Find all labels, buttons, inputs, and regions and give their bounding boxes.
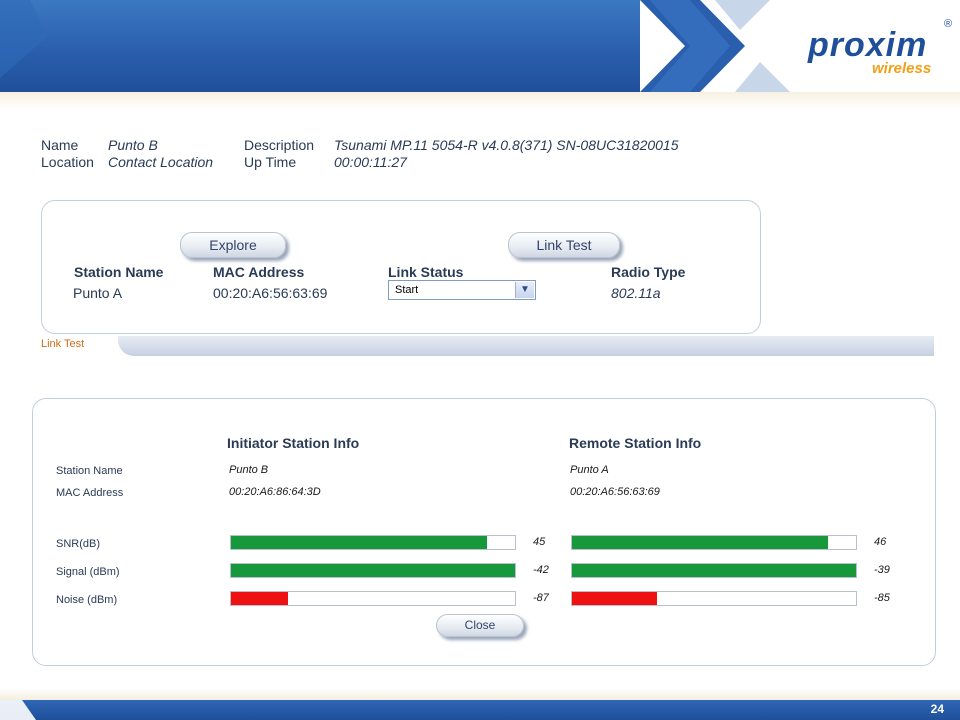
remote-signal-fill	[572, 564, 856, 577]
snr-label: SNR(dB)	[56, 538, 101, 550]
remote-station-name: Punto A	[570, 464, 609, 476]
uptime-label: Up Time	[244, 154, 297, 170]
station-name-header: Station Name	[74, 264, 164, 280]
remote-station-title: Remote Station Info	[569, 435, 702, 451]
link-status-header: Link Status	[388, 264, 464, 280]
initiator-mac-address: 00:20:A6:86:64:3D	[229, 486, 321, 498]
location-value: Contact Location	[108, 154, 214, 170]
radio-type-value: 802.11a	[611, 285, 661, 301]
mac-address-header: MAC Address	[213, 264, 305, 280]
name-value: Punto B	[108, 137, 158, 153]
tab-link-test[interactable]: Link Test	[41, 338, 84, 350]
explore-button[interactable]: Explore	[180, 232, 286, 258]
footer-graphic	[0, 700, 36, 720]
registered-mark: ®	[944, 18, 953, 30]
proxim-logo-subtitle: wireless	[872, 60, 932, 77]
signal-label: Signal (dBm)	[56, 566, 120, 578]
header-banner: proxim wireless ®	[0, 0, 960, 92]
initiator-signal-bar	[230, 563, 516, 578]
remote-signal-value: -39	[874, 564, 890, 576]
mac-address-value: 00:20:A6:56:63:69	[213, 285, 328, 301]
tab-strip	[118, 336, 934, 356]
remote-noise-value: -85	[874, 592, 890, 604]
description-label: Description	[244, 137, 315, 153]
name-label: Name	[41, 137, 79, 153]
mac-address-label: MAC Address	[56, 487, 124, 499]
header-band	[0, 92, 960, 110]
initiator-signal-value: -42	[533, 564, 549, 576]
remote-noise-fill	[572, 592, 658, 605]
chevron-down-icon[interactable]: ▼	[515, 282, 534, 298]
link-status-select[interactable]: Start ▼	[388, 280, 536, 300]
station-name-value: Punto A	[73, 285, 123, 301]
description-value: Tsunami MP.11 5054-R v4.0.8(371) SN-08UC…	[334, 137, 679, 153]
initiator-noise-fill	[231, 592, 288, 605]
uptime-value: 00:00:11:27	[334, 154, 407, 170]
initiator-snr-fill	[231, 536, 487, 549]
link-status-selected: Start	[395, 284, 419, 296]
radio-type-header: Radio Type	[611, 264, 686, 280]
remote-noise-bar	[571, 591, 857, 606]
initiator-signal-fill	[231, 564, 515, 577]
noise-label: Noise (dBm)	[56, 594, 118, 606]
footer-bar: 24	[0, 700, 960, 720]
initiator-noise-bar	[230, 591, 516, 606]
location-label: Location	[41, 154, 94, 170]
station-name-label: Station Name	[56, 465, 123, 477]
link-test-button[interactable]: Link Test	[508, 232, 620, 258]
remote-mac-address: 00:20:A6:56:63:69	[570, 486, 660, 498]
close-button[interactable]: Close	[436, 614, 524, 637]
initiator-snr-value: 45	[533, 536, 546, 548]
initiator-station-title: Initiator Station Info	[227, 435, 360, 451]
remote-signal-bar	[571, 563, 857, 578]
remote-snr-bar	[571, 535, 857, 550]
page-number: 24	[930, 702, 944, 716]
remote-snr-fill	[572, 536, 828, 549]
remote-snr-value: 46	[874, 536, 887, 548]
initiator-noise-value: -87	[533, 592, 549, 604]
initiator-station-name: Punto B	[229, 464, 269, 476]
footer-band	[0, 688, 960, 700]
initiator-snr-bar	[230, 535, 516, 550]
